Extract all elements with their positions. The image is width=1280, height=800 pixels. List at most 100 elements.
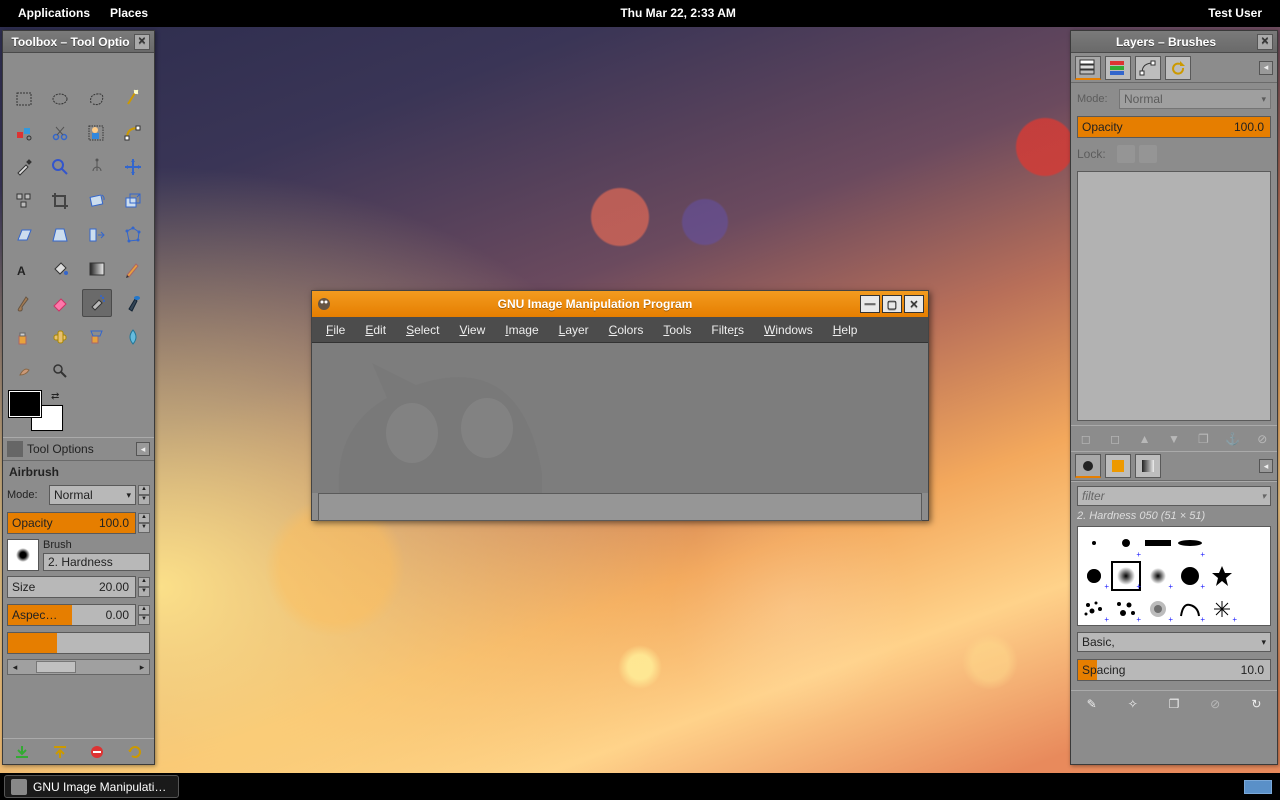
- lock-alpha-icon[interactable]: [1139, 145, 1157, 163]
- dodge-burn-tool[interactable]: [45, 357, 75, 385]
- ellipse-select-tool[interactable]: [45, 85, 75, 113]
- foreground-color[interactable]: [9, 391, 41, 417]
- close-icon[interactable]: ✕: [1257, 34, 1273, 50]
- paths-tool[interactable]: [118, 119, 148, 147]
- menu-image[interactable]: Image: [495, 317, 548, 343]
- size-slider[interactable]: Size 20.00: [7, 576, 136, 598]
- reset-preset-icon[interactable]: [125, 742, 145, 762]
- brush-preset-dropdown[interactable]: Basic,: [1077, 632, 1271, 652]
- anchor-layer-icon[interactable]: ⚓: [1223, 429, 1243, 449]
- size-spin[interactable]: ▲▼: [138, 577, 150, 597]
- mode-extra[interactable]: ▲▼: [138, 485, 150, 505]
- color-swatches[interactable]: ⇄: [9, 391, 63, 431]
- cage-tool[interactable]: [118, 221, 148, 249]
- duplicate-layer-icon[interactable]: ❐: [1193, 429, 1213, 449]
- clock[interactable]: Thu Mar 22, 2:33 AM: [610, 0, 746, 27]
- scissors-select-tool[interactable]: [45, 119, 75, 147]
- brush-item[interactable]: +: [1142, 592, 1174, 625]
- eraser-tool[interactable]: [45, 289, 75, 317]
- user-menu[interactable]: Test User: [1198, 0, 1272, 27]
- color-picker-tool[interactable]: [9, 153, 39, 181]
- menu-help[interactable]: Help: [823, 317, 868, 343]
- minimize-button[interactable]: —: [860, 295, 880, 313]
- measure-tool[interactable]: [82, 153, 112, 181]
- toolbox-titlebar[interactable]: Toolbox – Tool Optio ✕: [3, 31, 154, 53]
- tab-menu-icon[interactable]: ◂: [1259, 61, 1273, 75]
- menu-file[interactable]: File: [316, 317, 355, 343]
- tab-channels[interactable]: [1105, 56, 1131, 80]
- menu-view[interactable]: View: [449, 317, 495, 343]
- rotate-tool[interactable]: [82, 187, 112, 215]
- shear-tool[interactable]: [9, 221, 39, 249]
- layer-group-icon[interactable]: ◻: [1105, 429, 1125, 449]
- tab-paths[interactable]: [1135, 56, 1161, 80]
- menu-layer[interactable]: Layer: [549, 317, 599, 343]
- brush-item[interactable]: [1206, 527, 1238, 560]
- brush-item[interactable]: [1142, 527, 1174, 560]
- lock-pixels-icon[interactable]: [1117, 145, 1135, 163]
- edit-brush-icon[interactable]: ✎: [1082, 694, 1102, 714]
- opacity-slider[interactable]: Opacity 100.0: [7, 512, 136, 534]
- spacing-slider[interactable]: Spacing 10.0: [1077, 659, 1271, 681]
- tab-gradients[interactable]: [1135, 454, 1161, 478]
- tab-undo-history[interactable]: [1165, 56, 1191, 80]
- brush-item[interactable]: +: [1078, 560, 1110, 593]
- airbrush-tool[interactable]: [82, 289, 112, 317]
- smudge-tool[interactable]: [9, 357, 39, 385]
- restore-preset-icon[interactable]: [50, 742, 70, 762]
- layers-titlebar[interactable]: Layers – Brushes ✕: [1071, 31, 1277, 53]
- tab-brushes[interactable]: [1075, 454, 1101, 478]
- new-layer-icon[interactable]: ◻: [1076, 429, 1096, 449]
- brush-item-selected[interactable]: +: [1110, 560, 1142, 593]
- blur-sharpen-tool[interactable]: [118, 323, 148, 351]
- delete-brush-icon[interactable]: ⊘: [1205, 694, 1225, 714]
- brush-item[interactable]: +: [1110, 592, 1142, 625]
- options-scrollbar[interactable]: ◂▸: [7, 659, 150, 675]
- workspace-switcher[interactable]: [1244, 780, 1272, 794]
- duplicate-brush-icon[interactable]: ❐: [1164, 694, 1184, 714]
- close-button[interactable]: ✕: [904, 295, 924, 313]
- ink-tool[interactable]: [118, 289, 148, 317]
- brush-item[interactable]: +: [1142, 560, 1174, 593]
- brush-item[interactable]: +: [1078, 592, 1110, 625]
- fuzzy-select-tool[interactable]: [118, 85, 148, 113]
- move-tool[interactable]: [118, 153, 148, 181]
- menu-colors[interactable]: Colors: [599, 317, 654, 343]
- pencil-tool[interactable]: [118, 255, 148, 283]
- heal-tool[interactable]: [45, 323, 75, 351]
- lower-layer-icon[interactable]: ▼: [1164, 429, 1184, 449]
- zoom-tool[interactable]: [45, 153, 75, 181]
- aspect-slider[interactable]: Aspec… 0.00: [7, 604, 136, 626]
- places-menu[interactable]: Places: [100, 0, 158, 27]
- brush-item[interactable]: +: [1110, 527, 1142, 560]
- new-brush-icon[interactable]: ✧: [1123, 694, 1143, 714]
- free-select-tool[interactable]: [82, 85, 112, 113]
- text-tool[interactable]: A: [9, 255, 39, 283]
- brush-item[interactable]: +: [1174, 527, 1206, 560]
- raise-layer-icon[interactable]: ▲: [1135, 429, 1155, 449]
- delete-layer-icon[interactable]: ⊘: [1252, 429, 1272, 449]
- extra-slider[interactable]: [7, 632, 150, 654]
- brush-item[interactable]: [1238, 592, 1270, 625]
- paintbrush-tool[interactable]: [9, 289, 39, 317]
- brush-filter[interactable]: filter: [1077, 486, 1271, 506]
- menu-filters[interactable]: Filters: [701, 317, 754, 343]
- brush-item[interactable]: [1078, 527, 1110, 560]
- blend-tool[interactable]: [82, 255, 112, 283]
- mode-dropdown[interactable]: Normal: [49, 485, 136, 505]
- close-icon[interactable]: ✕: [134, 34, 150, 50]
- brush-thumbnail[interactable]: [7, 539, 39, 571]
- menu-select[interactable]: Select: [396, 317, 449, 343]
- maximize-button[interactable]: ▢: [882, 295, 902, 313]
- tab-layers[interactable]: [1075, 56, 1101, 80]
- bucket-fill-tool[interactable]: [45, 255, 75, 283]
- brush-item[interactable]: +: [1174, 560, 1206, 593]
- tab-menu-icon[interactable]: ◂: [136, 442, 150, 456]
- brush-item[interactable]: [1206, 560, 1238, 593]
- layer-mode-dropdown[interactable]: Normal: [1119, 89, 1271, 109]
- rect-select-tool[interactable]: [9, 85, 39, 113]
- applications-menu[interactable]: Applications: [8, 0, 100, 27]
- taskbar-entry-gimp[interactable]: GNU Image Manipulati…: [4, 775, 179, 798]
- scale-tool[interactable]: [118, 187, 148, 215]
- save-preset-icon[interactable]: [12, 742, 32, 762]
